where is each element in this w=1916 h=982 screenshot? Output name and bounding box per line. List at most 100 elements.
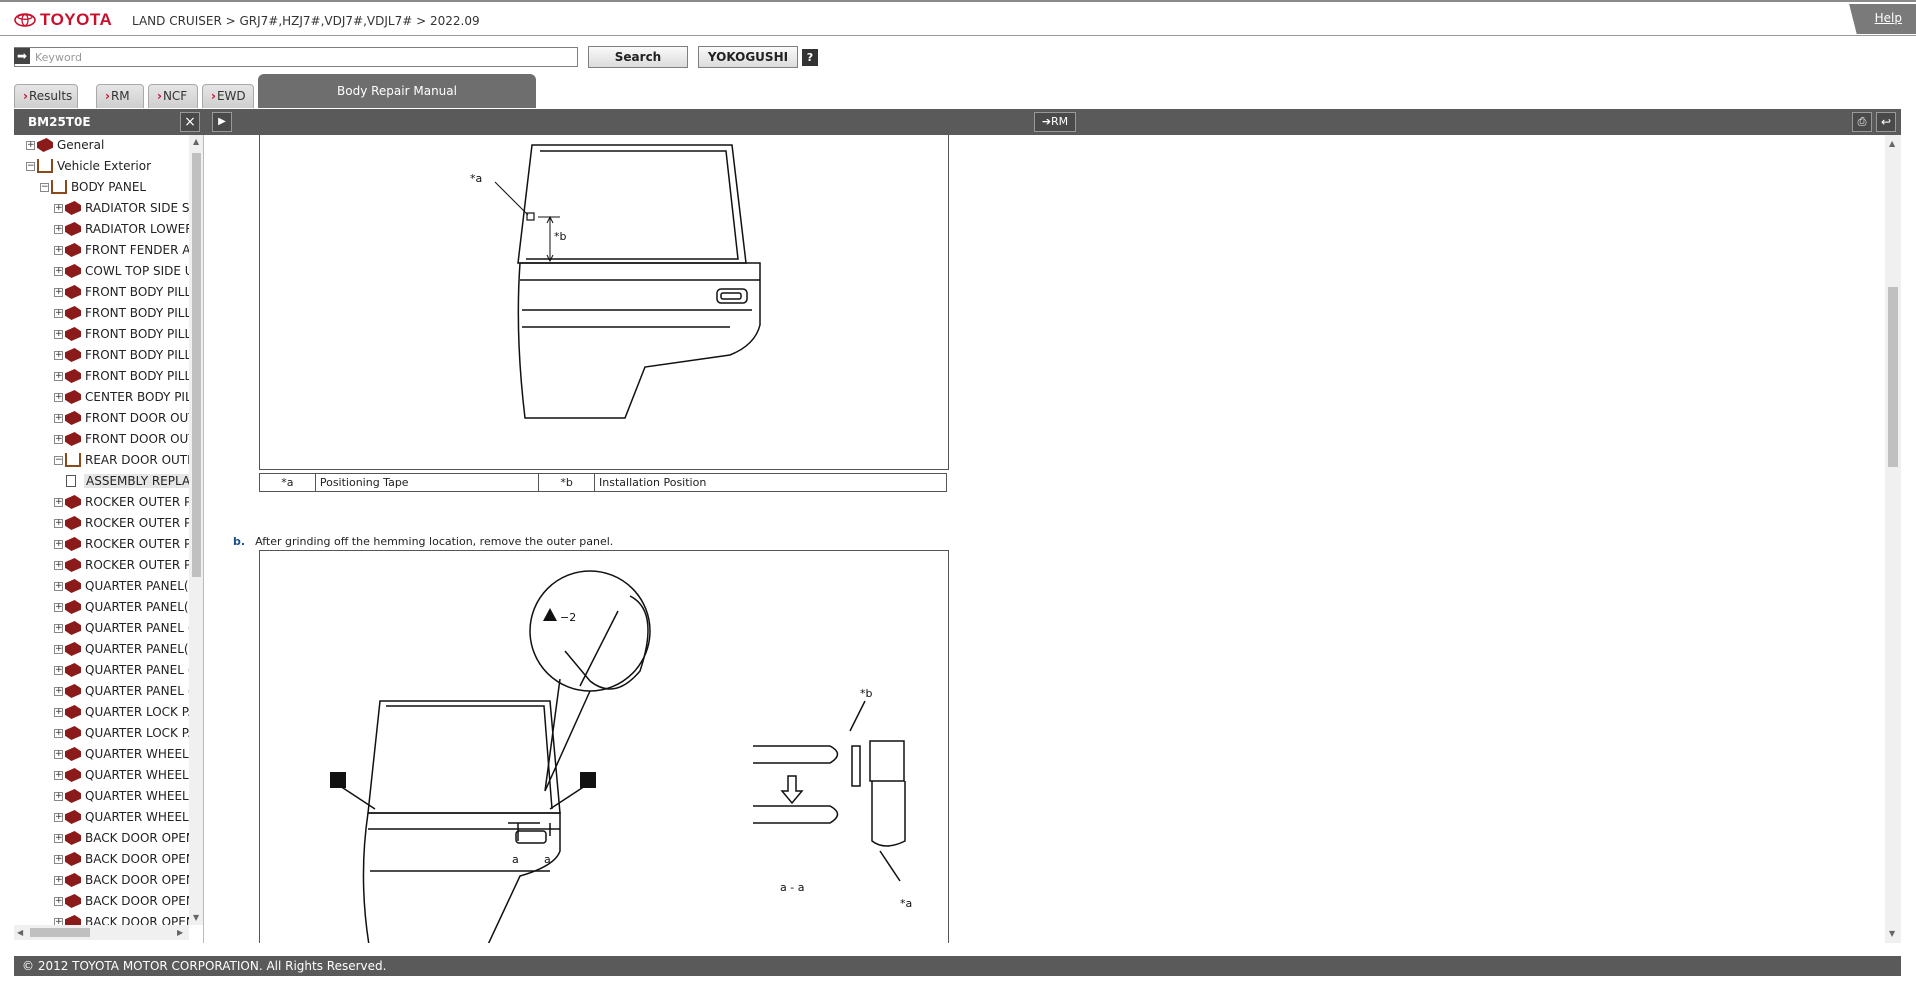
search-button[interactable]: Search xyxy=(588,46,688,68)
tree-item[interactable]: + BACK DOOR OPEN xyxy=(54,870,189,890)
tree-item[interactable]: + FRONT BODY PILL xyxy=(54,303,189,323)
expand-icon[interactable]: + xyxy=(54,602,63,612)
tab-body-repair-manual[interactable]: Body Repair Manual xyxy=(258,74,536,108)
expand-icon[interactable]: + xyxy=(54,434,63,444)
expand-icon[interactable]: + xyxy=(54,875,63,885)
expand-icon[interactable]: + xyxy=(54,413,63,423)
tree-item[interactable]: − Vehicle Exterior xyxy=(26,156,151,176)
expand-icon[interactable]: + xyxy=(54,308,63,318)
go-to-rm-button[interactable]: ➔RM xyxy=(1034,112,1076,132)
tree-item[interactable]: + BACK DOOR OPEN xyxy=(54,849,189,869)
expand-icon[interactable]: + xyxy=(54,833,63,843)
scroll-down-icon[interactable]: ▼ xyxy=(193,913,199,922)
expand-icon[interactable]: + xyxy=(54,686,63,696)
tree-item[interactable]: + FRONT BODY PILL xyxy=(54,366,189,386)
expand-icon[interactable]: + xyxy=(54,518,63,528)
tree-item[interactable]: + QUARTER WHEEL xyxy=(54,744,189,764)
collapse-icon[interactable]: − xyxy=(40,182,49,192)
expand-icon[interactable]: + xyxy=(54,644,63,654)
print-button[interactable]: ⎙ xyxy=(1852,112,1872,132)
expand-icon[interactable]: + xyxy=(54,749,63,759)
expand-icon[interactable]: + xyxy=(54,245,63,255)
expand-icon[interactable]: + xyxy=(26,140,35,150)
tree-item[interactable]: − REAR DOOR OUTE xyxy=(54,450,189,470)
expand-icon[interactable]: + xyxy=(54,224,63,234)
help-question-button[interactable]: ? xyxy=(802,49,818,66)
expand-icon[interactable]: + xyxy=(54,623,63,633)
scrollbar-thumb[interactable] xyxy=(1888,287,1898,467)
expand-icon[interactable]: + xyxy=(54,329,63,339)
collapse-icon[interactable]: − xyxy=(26,161,35,171)
tree-item[interactable]: + FRONT DOOR OUT xyxy=(54,408,189,428)
expand-icon[interactable]: + xyxy=(54,581,63,591)
tree-item[interactable]: + QUARTER PANEL( xyxy=(54,639,189,659)
collapse-icon[interactable]: − xyxy=(54,455,63,465)
tree-item[interactable]: + RADIATOR SIDE S xyxy=(54,198,189,218)
tree-item[interactable]: + ROCKER OUTER P xyxy=(54,492,189,512)
expand-icon[interactable]: + xyxy=(54,812,63,822)
tree-item[interactable]: + CENTER BODY PIL xyxy=(54,387,189,407)
expand-icon[interactable]: + xyxy=(54,707,63,717)
tree-item[interactable]: + BACK DOOR OPEN xyxy=(54,891,189,911)
scroll-up-icon[interactable]: ▲ xyxy=(193,137,199,146)
keyword-input[interactable] xyxy=(14,47,578,67)
expand-icon[interactable]: + xyxy=(54,560,63,570)
tree-item[interactable]: + FRONT DOOR OUT xyxy=(54,429,189,449)
expand-pane-button[interactable]: ▶ xyxy=(212,112,232,132)
tab-ncf[interactable]: ›NCF xyxy=(148,84,198,108)
scrollbar-thumb[interactable] xyxy=(192,153,201,577)
tree-item[interactable]: − BODY PANEL xyxy=(40,177,146,197)
tree-item[interactable]: + QUARTER WHEEL xyxy=(54,765,189,785)
expand-icon[interactable]: + xyxy=(54,917,63,925)
tree-item[interactable]: + ROCKER OUTER P xyxy=(54,555,189,575)
sidebar-vertical-scrollbar[interactable]: ▲ ▼ xyxy=(189,135,203,925)
tab-ewd[interactable]: ›EWD xyxy=(202,84,254,108)
expand-icon[interactable]: + xyxy=(54,371,63,381)
tree-item[interactable]: + QUARTER LOCK P. xyxy=(54,702,189,722)
content-vertical-scrollbar[interactable]: ▲ ▼ xyxy=(1885,135,1901,943)
tree-item[interactable]: + ROCKER OUTER P xyxy=(54,534,189,554)
scroll-left-icon[interactable]: ◀ xyxy=(17,928,23,937)
tree-item[interactable]: + QUARTER PANEL ( xyxy=(54,618,189,638)
help-link[interactable]: Help xyxy=(1875,11,1902,25)
expand-icon[interactable]: + xyxy=(54,203,63,213)
tree-item[interactable]: + QUARTER PANEL ( xyxy=(54,681,189,701)
tree-item[interactable]: + QUARTER WHEEL xyxy=(54,807,189,827)
expand-icon[interactable]: + xyxy=(54,665,63,675)
tree-item[interactable]: + FRONT BODY PILL xyxy=(54,345,189,365)
tree-item[interactable]: + BACK DOOR OPEN xyxy=(54,912,189,925)
expand-icon[interactable]: + xyxy=(54,539,63,549)
tree-item[interactable]: ASSEMBLY REPLA xyxy=(66,471,189,491)
tree-item[interactable]: + QUARTER PANEL ( xyxy=(54,660,189,680)
expand-icon[interactable]: + xyxy=(54,350,63,360)
tree-item[interactable]: + QUARTER WHEEL xyxy=(54,786,189,806)
tree-item[interactable]: + COWL TOP SIDE U xyxy=(54,261,189,281)
tree-item[interactable]: + BACK DOOR OPEN xyxy=(54,828,189,848)
expand-icon[interactable]: + xyxy=(54,392,63,402)
expand-icon[interactable]: + xyxy=(54,287,63,297)
expand-icon[interactable]: + xyxy=(54,266,63,276)
expand-icon[interactable]: + xyxy=(54,728,63,738)
scroll-down-icon[interactable]: ▼ xyxy=(1889,929,1895,938)
yokogushi-button[interactable]: YOKOGUSHI xyxy=(698,46,798,68)
tree-item[interactable]: + QUARTER PANEL( xyxy=(54,576,189,596)
close-pane-button[interactable]: × xyxy=(180,112,200,132)
expand-icon[interactable]: + xyxy=(54,896,63,906)
tree-item[interactable]: + RADIATOR LOWER xyxy=(54,219,189,239)
tree-item[interactable]: + FRONT BODY PILL xyxy=(54,324,189,344)
tree-item[interactable]: + FRONT BODY PILL xyxy=(54,282,189,302)
expand-icon[interactable]: + xyxy=(54,854,63,864)
tab-results[interactable]: ›Results xyxy=(14,84,78,108)
expand-icon[interactable]: + xyxy=(54,770,63,780)
scroll-right-icon[interactable]: ▶ xyxy=(177,928,183,937)
tree-item[interactable]: + FRONT FENDER AI xyxy=(54,240,189,260)
scroll-up-icon[interactable]: ▲ xyxy=(1889,139,1895,148)
expand-icon[interactable]: + xyxy=(54,791,63,801)
tree-item[interactable]: + QUARTER PANEL( xyxy=(54,597,189,617)
sidebar-horizontal-scrollbar[interactable]: ◀ ▶ xyxy=(14,925,189,940)
back-button[interactable]: ↩ xyxy=(1876,112,1896,132)
tree-item[interactable]: + ROCKER OUTER P xyxy=(54,513,189,533)
scrollbar-thumb[interactable] xyxy=(30,928,90,937)
tree-item[interactable]: + General xyxy=(26,135,104,155)
tab-rm[interactable]: ›RM xyxy=(96,84,144,108)
